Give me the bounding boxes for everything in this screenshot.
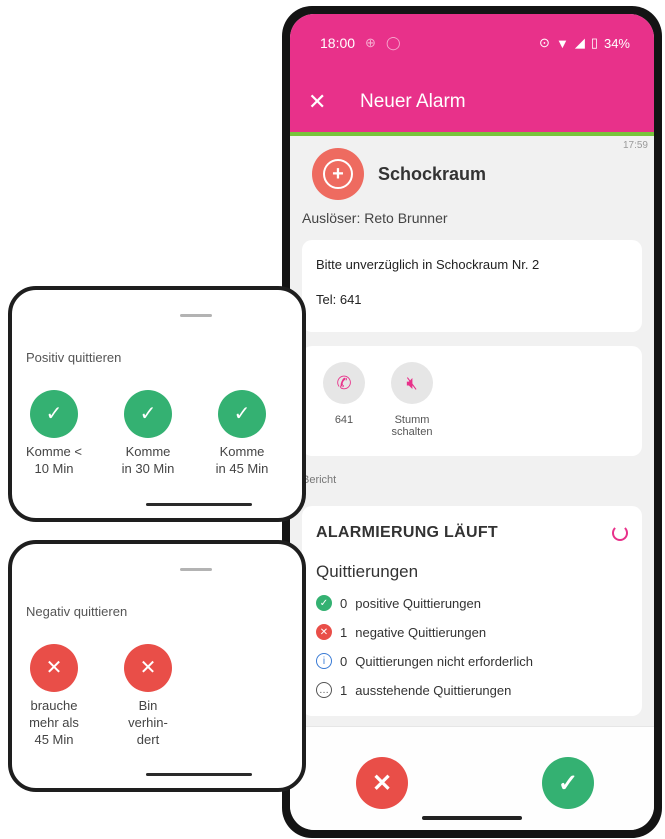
acknowledgements-heading: Quittierungen	[316, 562, 419, 581]
check-icon: ✓	[124, 390, 172, 438]
positive-ack-sheet: Positiv quittieren ✓ Komme < 10 Min ✓ Ko…	[8, 286, 306, 522]
alarm-content: 17:59 + Schockraum Auslöser: Reto Brunne…	[290, 136, 654, 716]
ack-10-min-button[interactable]: ✓ Komme < 10 Min	[26, 390, 82, 478]
reject-button[interactable]: ✕	[356, 757, 408, 809]
loading-spinner-icon	[612, 525, 628, 541]
status-bar: 18:00 ⊕ ◯ ⊙ ▼ ◢ ▯ 34%	[290, 14, 654, 72]
close-icon: ✕	[124, 644, 172, 692]
location-icon: ⊙	[539, 35, 550, 50]
status-time: 18:00	[320, 35, 356, 51]
alarm-header: + Schockraum	[302, 136, 642, 200]
close-icon[interactable]: ✕	[308, 89, 338, 115]
alarm-status-title: ALARMIERUNG LÄUFT	[316, 524, 498, 541]
ack-row-pending: … 1 ausstehende Quittierungen	[316, 682, 628, 698]
button-label: Komme in 30 Min	[121, 444, 175, 476]
ellipsis-icon: …	[316, 682, 332, 698]
negative-ack-sheet: Negativ quittieren ✕ brauche mehr als 45…	[8, 540, 306, 792]
negative-ack-title: Negativ quittieren	[26, 604, 128, 619]
alarm-category: Schockraum	[378, 163, 487, 184]
need-more-time-button[interactable]: ✕ brauche mehr als 45 Min	[26, 644, 82, 749]
button-label: Komme in 45 Min	[215, 444, 269, 476]
alarm-timestamp: 17:59	[622, 140, 648, 151]
app-bar: ✕ Neuer Alarm	[290, 72, 654, 136]
ack-count: 1	[340, 624, 348, 640]
info-icon: i	[316, 653, 332, 669]
home-indicator	[146, 503, 252, 506]
shield-icon: ◯	[385, 35, 401, 50]
mute-label: Stumm schalten	[391, 414, 433, 438]
ack-count: 1	[340, 682, 348, 698]
check-icon: ✓	[30, 390, 78, 438]
message-line-1: Bitte unverzüglich in Schockraum Nr. 2	[316, 257, 540, 272]
actions-card: ✆ 641 🔇︎ Stumm schalten	[302, 346, 642, 456]
message-line-2: Tel: 641	[316, 292, 362, 307]
mute-button[interactable]: 🔇︎ Stumm schalten	[388, 362, 436, 444]
sheet-drag-handle[interactable]	[180, 314, 212, 317]
battery-level: 34%	[603, 35, 630, 51]
check-circle-icon: ✓	[316, 595, 332, 611]
battery-icon: ▯	[590, 35, 598, 50]
globe-icon: ⊕	[365, 35, 376, 50]
cross-circle-icon: ✕	[316, 624, 332, 640]
ack-row-negative: ✕ 1 negative Quittierungen	[316, 624, 628, 640]
ack-45-min-button[interactable]: ✓ Komme in 45 Min	[214, 390, 270, 478]
call-button[interactable]: ✆ 641	[320, 362, 368, 444]
sheet-drag-handle[interactable]	[180, 568, 212, 571]
check-icon: ✓	[557, 769, 579, 797]
check-icon: ✓	[218, 390, 266, 438]
alarm-status-card: ALARMIERUNG LÄUFT Quittierungen ✓ 0 posi…	[302, 506, 642, 716]
medical-cross-icon: +	[312, 148, 364, 200]
ack-label: Quittierungen nicht erforderlich	[355, 653, 533, 669]
signal-icon: ◢	[574, 35, 585, 50]
acknowledge-bar: ✕ ✓	[290, 726, 654, 830]
phone-screen: 18:00 ⊕ ◯ ⊙ ▼ ◢ ▯ 34% ✕ Neuer Alarm 17:5…	[290, 14, 654, 830]
button-label: Bin verhin-dert	[128, 698, 168, 747]
page-title: Neuer Alarm	[360, 91, 466, 112]
unavailable-button[interactable]: ✕ Bin verhin-dert	[120, 644, 176, 749]
close-icon: ✕	[371, 769, 393, 797]
button-label: Komme < 10 Min	[26, 444, 82, 476]
ack-count: 0	[340, 653, 348, 669]
accept-button[interactable]: ✓	[542, 757, 594, 809]
alarm-trigger: Auslöser: Reto Brunner	[302, 210, 448, 226]
ack-30-min-button[interactable]: ✓ Komme in 30 Min	[120, 390, 176, 478]
ack-count: 0	[340, 595, 348, 611]
home-indicator	[146, 773, 252, 776]
ack-label: negative Quittierungen	[355, 624, 487, 640]
phone-icon: ✆	[323, 362, 365, 404]
wifi-icon: ▼	[555, 35, 569, 51]
report-section-label: Bericht	[302, 474, 337, 486]
ack-label: ausstehende Quittierungen	[355, 682, 512, 698]
call-label: 641	[334, 414, 354, 426]
ack-label: positive Quittierungen	[355, 595, 481, 611]
mute-icon: 🔇︎	[391, 362, 433, 404]
home-indicator[interactable]	[422, 816, 522, 820]
message-card: Bitte unverzüglich in Schockraum Nr. 2 T…	[302, 240, 642, 332]
positive-ack-title: Positiv quittieren	[26, 350, 122, 365]
ack-row-positive: ✓ 0 positive Quittierungen	[316, 595, 628, 611]
phone-frame: 18:00 ⊕ ◯ ⊙ ▼ ◢ ▯ 34% ✕ Neuer Alarm 17:5…	[282, 6, 662, 838]
close-icon: ✕	[30, 644, 78, 692]
button-label: brauche mehr als 45 Min	[29, 698, 79, 747]
ack-row-not-required: i 0 Quittierungen nicht erforderlich	[316, 653, 628, 669]
